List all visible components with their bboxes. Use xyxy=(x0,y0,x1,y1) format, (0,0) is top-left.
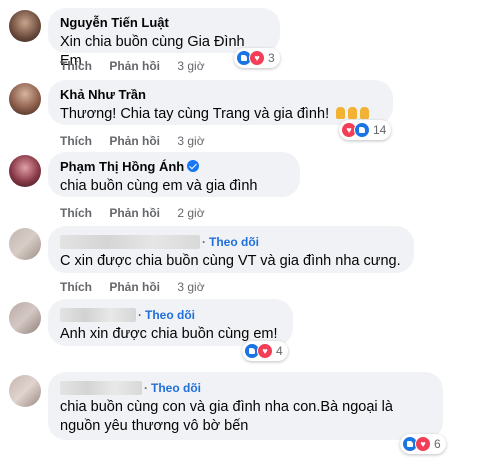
reply-button[interactable]: Phản hồi xyxy=(109,280,160,294)
folded-hands-icon xyxy=(348,107,358,119)
comment-text-line-2: nguồn yêu thương vô bờ bến xyxy=(60,417,249,434)
love-icon xyxy=(415,436,431,452)
comment-bubble: Khả Như Trần Thương! Chia tay cùng Trang… xyxy=(48,80,393,125)
blurred-name[interactable] xyxy=(60,380,142,395)
commenter-name-row: · Theo dõi xyxy=(60,233,402,250)
comment-text: C xin được chia buồn cùng VT và gia đình… xyxy=(60,252,401,269)
timestamp[interactable]: 2 giờ xyxy=(177,206,204,220)
folded-hands-icon xyxy=(336,107,346,119)
comment-actions: Thích Phản hồi 3 giờ xyxy=(60,280,219,294)
reaction-summary[interactable]: 14 xyxy=(339,120,392,140)
avatar[interactable] xyxy=(9,10,41,42)
love-icon xyxy=(249,50,265,66)
comment-text: chia buồn cùng em và gia đình xyxy=(60,178,258,194)
comment-bubble: · Theo dõi C xin được chia buồn cùng VT v… xyxy=(48,226,414,273)
reply-button[interactable]: Phản hồi xyxy=(109,59,160,73)
like-icon xyxy=(354,122,370,138)
commenter-name-row: · Theo dõi xyxy=(60,306,281,323)
avatar[interactable] xyxy=(9,155,41,187)
commenter-name-row: · Theo dõi xyxy=(60,379,431,396)
like-button[interactable]: Thích xyxy=(60,134,92,148)
commenter-name[interactable]: Nguyễn Tiến Luật xyxy=(60,15,268,31)
comment-bubble: Nguyễn Tiến Luật Xin chia buồn cùng Gia … xyxy=(48,8,280,69)
reaction-summary[interactable]: 3 xyxy=(234,48,280,68)
comment-bubble: · Theo dõi chia buồn cùng con và gia đình… xyxy=(48,372,443,440)
like-button[interactable]: Thích xyxy=(60,206,92,220)
avatar[interactable] xyxy=(9,302,41,334)
folded-hands-icon xyxy=(360,107,370,119)
timestamp[interactable]: 3 giờ xyxy=(177,59,204,73)
avatar[interactable] xyxy=(9,83,41,115)
reaction-summary[interactable]: 4 xyxy=(242,341,288,361)
reaction-summary[interactable]: 6 xyxy=(400,434,446,454)
reaction-count: 3 xyxy=(268,51,275,65)
timestamp[interactable]: 3 giờ xyxy=(177,134,204,148)
like-button[interactable]: Thích xyxy=(60,280,92,294)
avatar[interactable] xyxy=(9,375,41,407)
follow-button[interactable]: Theo dõi xyxy=(209,235,259,249)
avatar[interactable] xyxy=(9,228,41,260)
comment-text: Thương! Chia tay cùng Trang và gia đình! xyxy=(60,105,381,124)
blurred-name[interactable] xyxy=(60,234,200,249)
reaction-count: 4 xyxy=(276,344,283,358)
follow-button[interactable]: Theo dõi xyxy=(145,308,195,322)
reaction-count: 6 xyxy=(434,437,441,451)
like-button[interactable]: Thích xyxy=(60,59,92,73)
commenter-name[interactable]: Khả Như Trần xyxy=(60,87,381,103)
comment-text-line-1: chia buồn cùng con và gia đình nha con.B… xyxy=(60,398,393,415)
timestamp[interactable]: 3 giờ xyxy=(177,280,204,294)
comment-actions: Thích Phản hồi 3 giờ xyxy=(60,134,219,148)
comment-actions: Thích Phản hồi 3 giờ xyxy=(60,59,219,73)
verified-badge-icon xyxy=(187,160,200,172)
follow-button[interactable]: Theo dõi xyxy=(151,381,201,395)
commenter-name[interactable]: Phạm Thị Hồng Ánh xyxy=(60,159,288,175)
reaction-count: 14 xyxy=(373,123,387,137)
comment-actions: Thích Phản hồi 2 giờ xyxy=(60,206,219,220)
reply-button[interactable]: Phản hồi xyxy=(109,206,160,220)
comment-bubble: · Theo dõi Anh xin được chia buồn cùng em… xyxy=(48,299,293,346)
comment-bubble: Phạm Thị Hồng Ánh chia buồn cùng em và g… xyxy=(48,152,300,197)
blurred-name[interactable] xyxy=(60,307,136,322)
reply-button[interactable]: Phản hồi xyxy=(109,134,160,148)
love-icon xyxy=(257,343,273,359)
